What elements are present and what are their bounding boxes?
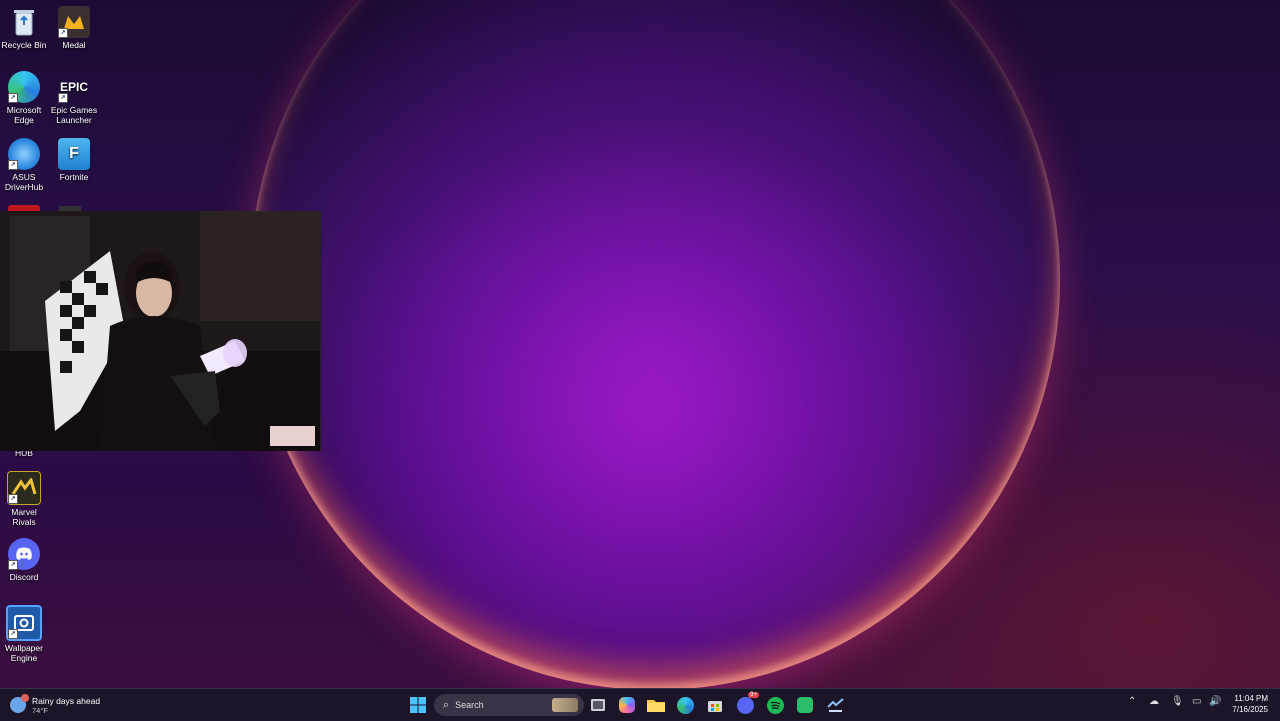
shortcut-arrow-icon: ↗: [8, 93, 18, 103]
shortcut-arrow-icon: ↗: [8, 560, 18, 570]
display-icon: ▭: [1192, 696, 1202, 707]
volume-button[interactable]: 🔊: [1209, 696, 1221, 707]
edge-taskbar-button[interactable]: [675, 695, 695, 715]
store-button[interactable]: [705, 695, 725, 715]
desktop-icon-edge[interactable]: ↗ Microsoft Edge: [0, 71, 49, 125]
microphone-button[interactable]: 🎙: [1171, 696, 1184, 707]
copilot-button[interactable]: [617, 695, 637, 715]
start-icon: [410, 697, 426, 713]
search-highlight-icon: [552, 698, 578, 712]
desktop-icon-medal[interactable]: ↗ Medal: [49, 6, 99, 50]
file-explorer-button[interactable]: [646, 695, 666, 715]
fortnite-label: Fortnite: [59, 172, 89, 182]
desktop-icon-asus[interactable]: ↗ ASUS DriverHub: [0, 138, 49, 192]
taskbar-search[interactable]: ⌕ Search: [434, 694, 584, 716]
file-explorer-icon: [647, 700, 665, 712]
discord-notification-badge: 9+: [748, 692, 759, 698]
asus-driverhub-icon: ↗: [8, 138, 40, 170]
shortcut-arrow-icon: ↗: [8, 160, 18, 170]
weather-rain-icon: [10, 694, 29, 713]
desktop-icon-discord[interactable]: ↗ Discord: [0, 538, 49, 582]
discord-taskbar-button[interactable]: 9+: [735, 692, 759, 715]
desktop-icon-wallpaper-engine[interactable]: ↗ Wallpaper Engine: [0, 605, 49, 663]
wallpaper-engine-icon: ↗: [6, 605, 42, 641]
marvel-label: Marvel Rivals: [11, 507, 37, 527]
steam-button[interactable]: [825, 695, 845, 715]
start-button[interactable]: [408, 695, 428, 715]
shortcut-arrow-icon: ↗: [8, 629, 18, 639]
epic-label: Epic Games Launcher: [50, 105, 98, 125]
epic-games-icon: EPIC ↗: [58, 71, 90, 103]
discord-label: Discord: [9, 572, 39, 582]
desktop-icon-epic[interactable]: EPIC ↗ Epic Games Launcher: [49, 71, 99, 125]
fortnite-icon: F: [58, 138, 90, 170]
shortcut-arrow-icon: ↗: [8, 494, 18, 504]
onedrive-icon: ☁: [1149, 696, 1159, 707]
desktop-icon-recycle-bin[interactable]: Recycle Bin: [0, 6, 49, 50]
task-view-button[interactable]: [588, 695, 608, 715]
wallpaper-orb-glow: [250, 0, 1060, 688]
task-view-icon: [591, 699, 605, 711]
asus-label: ASUS DriverHub: [4, 172, 44, 192]
copilot-icon: [619, 697, 635, 713]
display-button[interactable]: ▭: [1192, 696, 1201, 707]
search-icon: ⌕: [443, 698, 450, 711]
marvel-rivals-icon: ↗: [7, 471, 41, 505]
desktop-icon-fortnite[interactable]: F Fortnite: [49, 138, 99, 182]
recycle-bin-icon: [8, 6, 40, 38]
medal-icon: ↗: [58, 6, 90, 38]
weather-temp: 74°F: [32, 705, 48, 715]
microphone-icon: 🎙: [1171, 696, 1184, 707]
shortcut-arrow-icon: ↗: [58, 93, 68, 103]
edge-icon: [676, 696, 694, 714]
clock-time: 11:04 PM: [1234, 694, 1268, 703]
spotify-icon: [766, 696, 784, 714]
spotify-button[interactable]: [765, 695, 785, 715]
steam-icon: [826, 698, 844, 712]
wallpaper-engine-label: Wallpaper Engine: [5, 643, 43, 663]
clock-date: 7/16/2025: [1232, 705, 1268, 714]
weather-widget[interactable]: Rainy days ahead 74°F: [10, 693, 100, 717]
volume-icon: 🔊: [1209, 696, 1222, 707]
shortcut-arrow-icon: ↗: [58, 28, 68, 38]
store-icon: [708, 701, 722, 712]
fortnite-glyph-text: F: [69, 145, 79, 162]
android-app-icon: [797, 697, 813, 713]
clock[interactable]: 11:04 PM 7/16/2025: [1232, 693, 1268, 715]
medal-label: Medal: [62, 40, 86, 50]
discord-icon: ↗: [8, 538, 40, 570]
show-hidden-icons-button[interactable]: ⌃: [1128, 696, 1136, 707]
recycle-bin-label: Recycle Bin: [1, 40, 47, 50]
android-app-button[interactable]: [795, 695, 815, 715]
discord-icon: [736, 696, 754, 714]
edge-icon: ↗: [8, 71, 40, 103]
taskbar: Rainy days ahead 74°F ⌕ Search 9+ ⌃ ☁ 🎙: [0, 688, 1280, 721]
webcam-feed: [0, 211, 320, 451]
desktop-icon-marvel-rivals[interactable]: ↗ Marvel Rivals: [0, 471, 49, 527]
onedrive-button[interactable]: ☁: [1149, 696, 1159, 707]
edge-label: Microsoft Edge: [6, 105, 42, 125]
search-label: Search: [455, 700, 484, 710]
chevron-up-icon: ⌃: [1128, 696, 1137, 707]
webcam-overlay: [0, 211, 321, 451]
weather-title: Rainy days ahead: [32, 695, 101, 706]
epic-glyph-text: EPIC: [59, 80, 88, 94]
